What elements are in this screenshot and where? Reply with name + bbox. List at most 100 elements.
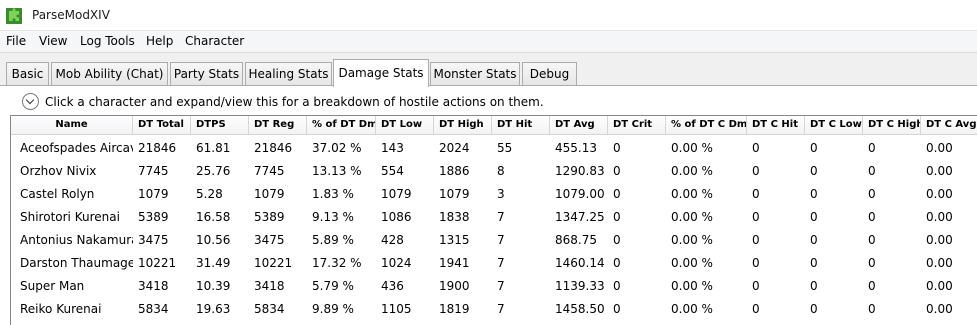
table-cell: 21846 bbox=[138, 141, 177, 155]
tab-basic[interactable]: Basic bbox=[6, 62, 49, 86]
table-row[interactable]: Shirotori Kurenai 5389 16.58 5389 9.13 % 1086… bbox=[11, 206, 977, 229]
table-cell: 455.13 bbox=[555, 141, 597, 155]
column-header[interactable]: DTPS bbox=[191, 116, 249, 135]
table-cell: 3418 bbox=[138, 279, 169, 293]
table-cell: 1079 bbox=[254, 187, 285, 201]
table-cell: 3418 bbox=[254, 279, 285, 293]
table-cell: 17.32 % bbox=[312, 256, 362, 270]
table-cell: 5.28 bbox=[196, 187, 223, 201]
table-cell: 0 bbox=[810, 187, 818, 201]
table-cell: 31.49 bbox=[196, 256, 231, 270]
column-header[interactable]: % of DT Dmg bbox=[307, 116, 376, 135]
table-cell: 1838 bbox=[439, 210, 470, 224]
expander-header[interactable]: Click a character and expand/view this f… bbox=[45, 95, 544, 109]
table-row[interactable]: Super Man 3418 10.39 3418 5.79 % 436 1900 7 1139… bbox=[11, 275, 977, 298]
character-name-cell: Castel Rolyn bbox=[20, 187, 95, 201]
table-cell: 25.76 bbox=[196, 164, 231, 178]
table-cell: 19.63 bbox=[196, 302, 231, 316]
table-cell: 0.00 bbox=[926, 187, 953, 201]
table-cell: 0.00 % bbox=[671, 302, 713, 316]
column-header[interactable]: DT C High bbox=[863, 116, 921, 135]
character-name-cell: Shirotori Kurenai bbox=[20, 210, 120, 224]
table-cell: 3475 bbox=[138, 233, 169, 247]
table-cell: 7 bbox=[497, 233, 505, 247]
table-cell: 0 bbox=[752, 256, 760, 270]
column-header[interactable]: % of DT C Dmg bbox=[666, 116, 747, 135]
tab-monster-stats[interactable]: Monster Stats bbox=[430, 62, 520, 86]
table-cell: 1315 bbox=[439, 233, 470, 247]
table-cell: 0 bbox=[868, 187, 876, 201]
table-cell: 1086 bbox=[381, 210, 412, 224]
menu-view[interactable]: View bbox=[39, 34, 67, 48]
table-cell: 0 bbox=[613, 187, 621, 201]
column-header[interactable]: Name bbox=[11, 116, 133, 135]
table-cell: 0.00 % bbox=[671, 256, 713, 270]
tab-healing-stats[interactable]: Healing Stats bbox=[245, 62, 332, 86]
character-name-cell: Super Man bbox=[20, 279, 85, 293]
character-name-cell: Darston Thaumage bbox=[20, 256, 133, 270]
table-cell: 0 bbox=[752, 279, 760, 293]
table-cell: 55 bbox=[497, 141, 513, 155]
table-cell: 0 bbox=[868, 256, 876, 270]
column-header[interactable]: DT C Avg bbox=[921, 116, 977, 135]
table-cell: 0 bbox=[613, 164, 621, 178]
column-header[interactable]: DT Crit bbox=[608, 116, 666, 135]
table-cell: 0 bbox=[752, 187, 760, 201]
column-header[interactable]: DT High bbox=[434, 116, 492, 135]
column-header[interactable]: DT Hit bbox=[492, 116, 550, 135]
table-cell: 0.00 bbox=[926, 141, 953, 155]
table-cell: 13.13 % bbox=[312, 164, 362, 178]
table-cell: 554 bbox=[381, 164, 404, 178]
table-cell: 0 bbox=[868, 302, 876, 316]
column-header[interactable]: DT Reg bbox=[249, 116, 307, 135]
table-cell: 3475 bbox=[254, 233, 285, 247]
tab-damage-stats[interactable]: Damage Stats bbox=[333, 59, 429, 87]
tab-mob-ability-chat[interactable]: Mob Ability (Chat) bbox=[51, 62, 168, 86]
table-cell: 428 bbox=[381, 233, 404, 247]
table-cell: 1458.50 bbox=[555, 302, 605, 316]
table-cell: 1290.83 bbox=[555, 164, 605, 178]
table-row[interactable]: Reiko Kurenai 5834 19.63 5834 9.89 % 1105 1819… bbox=[11, 298, 977, 321]
column-header[interactable]: DT Avg bbox=[550, 116, 608, 135]
tab-debug[interactable]: Debug bbox=[522, 62, 577, 86]
damage-stats-table: NameDT TotalDTPSDT Reg% of DT DmgDT LowD… bbox=[10, 115, 977, 325]
table-row[interactable]: Orzhov Nivix 7745 25.76 7745 13.13 % 554 1886 8… bbox=[11, 160, 977, 183]
column-header[interactable]: DT C Hit bbox=[747, 116, 805, 135]
table-cell: 0.00 bbox=[926, 279, 953, 293]
table-cell: 0 bbox=[613, 256, 621, 270]
table-cell: 0 bbox=[810, 141, 818, 155]
menu-bar: File View Log Tools Help Character bbox=[0, 31, 977, 53]
table-cell: 1079 bbox=[138, 187, 169, 201]
table-row[interactable]: Darston Thaumage 10221 31.49 10221 17.32 % 10… bbox=[11, 252, 977, 275]
column-header[interactable]: DT C Low bbox=[805, 116, 863, 135]
table-cell: 9.89 % bbox=[312, 302, 354, 316]
table-row[interactable]: Castel Rolyn 1079 5.28 1079 1.83 % 1079 1079 3 1… bbox=[11, 183, 977, 206]
column-header[interactable]: DT Low bbox=[376, 116, 434, 135]
table-cell: 0 bbox=[810, 164, 818, 178]
table-cell: 10.39 bbox=[196, 279, 231, 293]
table-cell: 5389 bbox=[254, 210, 285, 224]
table-cell: 7 bbox=[497, 302, 505, 316]
table-cell: 37.02 % bbox=[312, 141, 362, 155]
table-cell: 1024 bbox=[381, 256, 412, 270]
menu-file[interactable]: File bbox=[6, 34, 26, 48]
column-header[interactable]: DT Total bbox=[133, 116, 191, 135]
table-cell: 0.00 % bbox=[671, 233, 713, 247]
table-cell: 7 bbox=[497, 279, 505, 293]
table-row[interactable]: Aceofspades Aircav 21846 61.81 21846 37.02 %… bbox=[11, 137, 977, 160]
table-cell: 0 bbox=[613, 233, 621, 247]
menu-log-tools[interactable]: Log Tools bbox=[80, 34, 135, 48]
table-cell: 1460.14 bbox=[555, 256, 605, 270]
table-row[interactable]: Antonius Nakamura 3475 10.56 3475 5.89 % 428 1… bbox=[11, 229, 977, 252]
table-cell: 0.00 % bbox=[671, 210, 713, 224]
menu-character[interactable]: Character bbox=[185, 34, 244, 48]
menu-help[interactable]: Help bbox=[146, 34, 173, 48]
tab-party-stats[interactable]: Party Stats bbox=[170, 62, 243, 86]
chevron-down-icon[interactable] bbox=[22, 93, 39, 110]
table-cell: 8 bbox=[497, 164, 505, 178]
table-cell: 0 bbox=[810, 256, 818, 270]
table-body: Aceofspades Aircav 21846 61.81 21846 37.02 %… bbox=[11, 137, 977, 321]
table-cell: 0.00 bbox=[926, 256, 953, 270]
table-cell: 9.13 % bbox=[312, 210, 354, 224]
table-cell: 0 bbox=[868, 164, 876, 178]
